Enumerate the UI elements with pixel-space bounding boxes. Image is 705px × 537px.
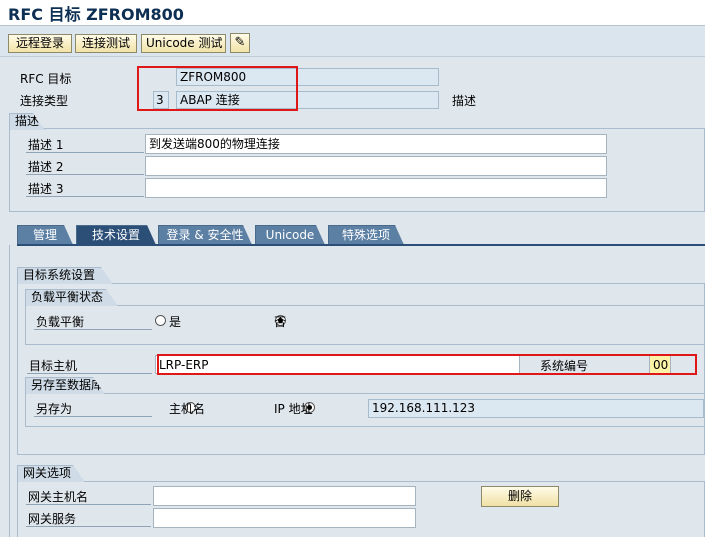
load-balancing-yes-radio[interactable] <box>155 315 166 326</box>
target-host-underline <box>27 373 152 374</box>
save-to-database-section-title: 另存至数据库 <box>25 377 105 394</box>
description-3-input[interactable] <box>145 178 607 198</box>
description-section-title: 描述 <box>9 113 45 130</box>
tab-technical-settings[interactable]: 技术设置 <box>76 225 156 245</box>
description-3-label: 描述 3 <box>28 182 64 196</box>
connection-type-description-label: 描述 <box>452 94 477 108</box>
load-balancing-group <box>25 305 705 345</box>
delete-button[interactable]: 删除 <box>481 486 559 507</box>
load-balancing-section-title: 负载平衡状态 <box>25 289 118 306</box>
description-2-label: 描述 2 <box>28 160 64 174</box>
load-balancing-no-label: 否 <box>274 315 287 329</box>
rfc-destination-label: RFC 目标 <box>20 72 72 86</box>
description-2-input[interactable] <box>145 156 607 176</box>
connection-test-button[interactable]: 连接测试 <box>75 34 137 53</box>
target-host-label: 目标主机 <box>29 359 78 373</box>
load-balancing-underline <box>34 329 152 330</box>
description-3-underline <box>26 196 144 197</box>
description-1-label: 描述 1 <box>28 138 64 152</box>
gateway-service-input[interactable] <box>153 508 416 528</box>
save-as-hostname-label: 主机名 <box>169 402 206 416</box>
pencil-icon[interactable]: ✎ <box>230 33 250 53</box>
tab-logon-security[interactable]: 登录 & 安全性 <box>158 225 252 245</box>
save-as-ip-label: IP 地址 <box>274 402 313 416</box>
load-balancing-label: 负载平衡 <box>36 315 85 329</box>
tab-unicode[interactable]: Unicode <box>255 225 325 245</box>
gateway-host-label: 网关主机名 <box>28 490 89 504</box>
highlight-box-target-host <box>157 354 697 375</box>
gateway-service-label: 网关服务 <box>28 512 77 526</box>
ip-address-field: 192.168.111.123 <box>368 399 704 418</box>
load-balancing-yes-label: 是 <box>169 315 182 329</box>
save-as-label: 另存为 <box>36 402 73 416</box>
target-system-section-title: 目标系统设置 <box>17 267 113 284</box>
tab-administration[interactable]: 管理 <box>17 225 73 245</box>
tab-strip-line <box>17 244 705 246</box>
description-1-input[interactable]: 到发送端800的物理连接 <box>145 134 607 154</box>
connection-type-label: 连接类型 <box>20 94 69 108</box>
gateway-service-underline <box>26 526 151 527</box>
tab-special-options[interactable]: 特殊选项 <box>328 225 404 245</box>
save-as-underline <box>34 416 152 417</box>
remote-logon-button[interactable]: 远程登录 <box>8 34 72 53</box>
unicode-test-button[interactable]: Unicode 测试 <box>141 34 226 53</box>
description-1-underline <box>26 152 144 153</box>
highlight-box-header <box>137 66 298 111</box>
gateway-host-input[interactable] <box>153 486 416 506</box>
page-title: RFC 目标 ZFROM800 <box>8 5 184 24</box>
gateway-host-underline <box>26 504 151 505</box>
description-2-underline <box>26 174 144 175</box>
